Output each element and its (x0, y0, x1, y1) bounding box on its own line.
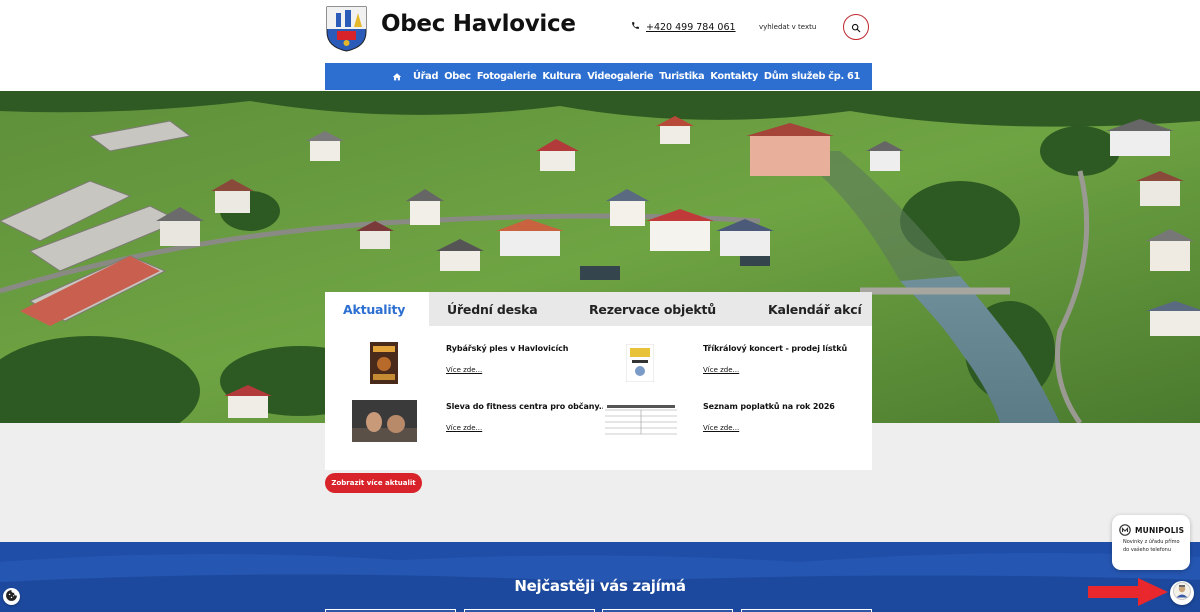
cookie-settings-button[interactable] (3, 588, 20, 605)
news-title[interactable]: Tříkrálový koncert - prodej lístků (703, 344, 847, 353)
tab-kalendar-akci[interactable]: Kalendář akcí (751, 292, 872, 326)
tab-uredni-deska[interactable]: Úřední deska (429, 292, 571, 326)
search-button[interactable] (843, 14, 869, 40)
nav-item-fotogalerie[interactable]: Fotogalerie (477, 71, 537, 82)
news-thumbnail[interactable] (603, 404, 679, 438)
munipolis-widget[interactable]: MUNIPOLIS Novinky z úřadu přímo do vašeh… (1112, 515, 1190, 570)
show-more-news-button[interactable]: Zobrazit více aktualit (325, 473, 422, 493)
nav-item-kultura[interactable]: Kultura (542, 71, 581, 82)
home-icon[interactable] (389, 69, 405, 85)
phone-link[interactable]: +420 499 784 061 (631, 21, 736, 33)
nav-item-turistika[interactable]: Turistika (659, 71, 704, 82)
news-more-link[interactable]: Více zde... (703, 366, 739, 374)
news-thumbnail[interactable] (370, 342, 398, 384)
nav-item-videogalerie[interactable]: Videogalerie (587, 71, 653, 82)
nav-item-kontakty[interactable]: Kontakty (710, 71, 758, 82)
tab-rezervace-objektu[interactable]: Rezervace objektů (571, 292, 751, 326)
news-item[interactable]: Seznam poplatků na rok 2026 Více zde... (602, 384, 862, 442)
phone-number[interactable]: +420 499 784 061 (646, 22, 736, 33)
assistant-avatar[interactable] (1170, 581, 1194, 605)
news-list: Rybářský ples v Havlovicích Více zde... … (325, 326, 872, 470)
tab-bar: Aktuality Úřední deska Rezervace objektů… (325, 292, 872, 326)
main-nav: Úřad Obec Fotogalerie Kultura Videogaler… (325, 63, 872, 90)
nav-item-obec[interactable]: Obec (444, 71, 471, 82)
news-thumbnail[interactable] (352, 400, 417, 442)
search-label[interactable]: vyhledat v textu (759, 23, 816, 31)
phone-icon (631, 21, 640, 33)
search-icon (851, 18, 861, 37)
arrow-right-icon (1088, 578, 1168, 610)
news-item[interactable]: Sleva do fitness centra pro občany... Ví… (325, 384, 608, 442)
news-more-link[interactable]: Více zde... (703, 424, 739, 432)
avatar-icon (1173, 582, 1191, 604)
news-more-link[interactable]: Více zde... (446, 366, 482, 374)
site-header: Obec Havlovice +420 499 784 061 vyhledat… (0, 0, 1200, 91)
coat-of-arms-logo[interactable] (325, 5, 368, 52)
nav-item-urad[interactable]: Úřad (413, 71, 439, 82)
news-thumbnail[interactable] (625, 343, 655, 383)
tab-aktuality[interactable]: Aktuality (325, 292, 429, 326)
section-title: Nejčastěji vás zajímá (514, 577, 686, 595)
site-title[interactable]: Obec Havlovice (381, 11, 576, 37)
news-item[interactable]: Rybářský ples v Havlovicích Více zde... (325, 326, 585, 384)
nav-item-dum-sluzeb[interactable]: Dům služeb čp. 61 (764, 71, 860, 82)
news-title[interactable]: Seznam poplatků na rok 2026 (703, 402, 835, 411)
news-more-link[interactable]: Více zde... (446, 424, 482, 432)
news-title[interactable]: Sleva do fitness centra pro občany... (446, 402, 608, 411)
news-tabs-panel: Aktuality Úřední deska Rezervace objektů… (325, 292, 872, 470)
cookie-icon (5, 587, 18, 606)
news-item[interactable]: Tříkrálový koncert - prodej lístků Více … (602, 326, 862, 384)
news-title[interactable]: Rybářský ples v Havlovicích (446, 344, 568, 353)
munipolis-name: MUNIPOLIS (1135, 526, 1185, 535)
munipolis-text: Novinky z úřadu přímo do vašeho telefonu (1123, 539, 1180, 553)
faq-section: Nejčastěji vás zajímá (0, 542, 1200, 612)
